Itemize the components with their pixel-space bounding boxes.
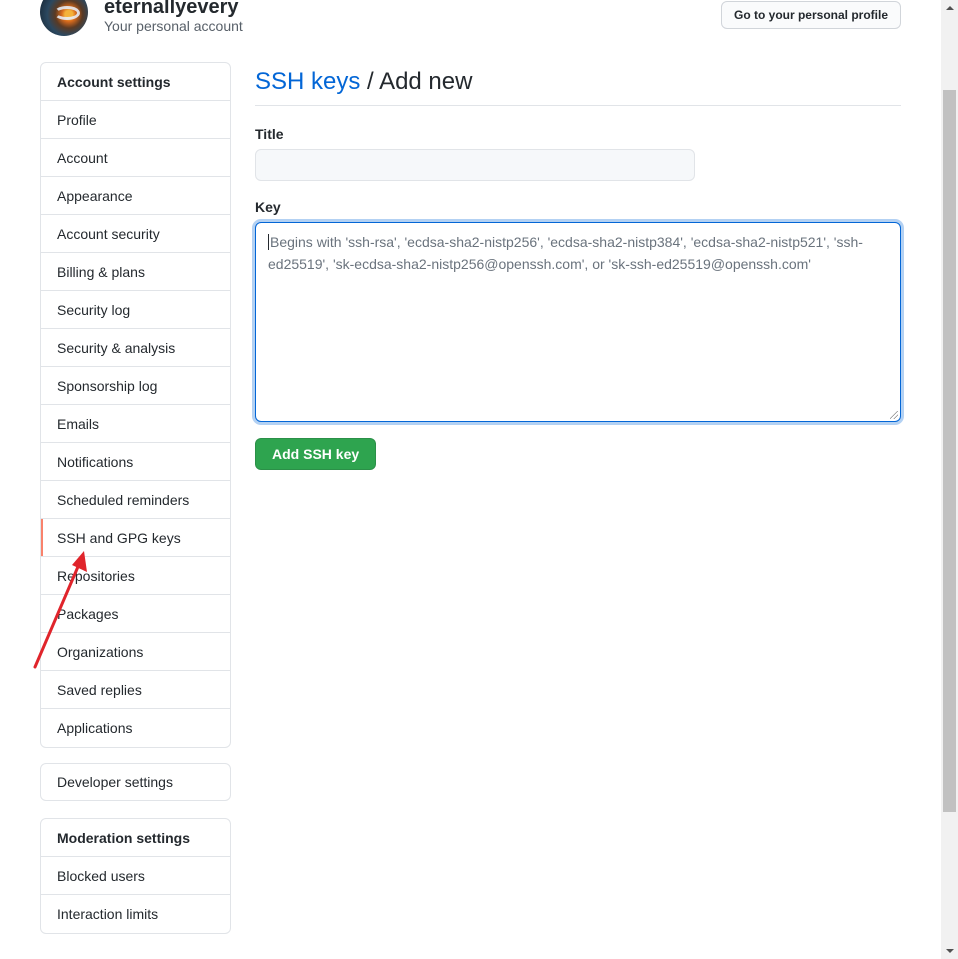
sidebar-item-notifications[interactable]: Notifications: [41, 443, 230, 481]
avatar[interactable]: [40, 0, 88, 36]
breadcrumb-separator: /: [360, 68, 380, 95]
sidebar-item-security-and-analysis[interactable]: Security & analysis: [41, 329, 230, 367]
sidebar-item-security-log[interactable]: Security log: [41, 291, 230, 329]
sidebar-item-appearance[interactable]: Appearance: [41, 177, 230, 215]
developer-settings-menu: Developer settings: [40, 763, 231, 801]
sidebar-item-repositories[interactable]: Repositories: [41, 557, 230, 595]
moderation-settings-menu: Moderation settings Blocked users Interac…: [40, 818, 231, 934]
page-title-text: Add new: [379, 68, 473, 95]
menu-heading-moderation-settings: Moderation settings: [41, 819, 230, 857]
key-textarea[interactable]: Begins with 'ssh-rsa', 'ecdsa-sha2-nistp…: [255, 222, 901, 422]
main-content: SSH keys / Add new Title Key Begins with…: [255, 62, 901, 470]
sidebar-item-developer-settings[interactable]: Developer settings: [41, 764, 230, 800]
sidebar-item-account-security[interactable]: Account security: [41, 215, 230, 253]
scroll-thumb[interactable]: [943, 90, 956, 812]
sidebar-item-billing-and-plans[interactable]: Billing & plans: [41, 253, 230, 291]
breadcrumb-ssh-keys-link[interactable]: SSH keys: [255, 68, 360, 95]
sidebar-item-account[interactable]: Account: [41, 139, 230, 177]
sidebar-item-emails[interactable]: Emails: [41, 405, 230, 443]
page-title: SSH keys / Add new: [255, 62, 901, 106]
account-type: Your personal account: [104, 18, 243, 34]
go-to-profile-button[interactable]: Go to your personal profile: [720, 1, 901, 29]
sidebar-item-profile[interactable]: Profile: [41, 101, 230, 139]
sidebar-item-blocked-users[interactable]: Blocked users: [41, 857, 230, 895]
add-ssh-key-button[interactable]: Add SSH key: [255, 438, 377, 470]
scroll-down-arrow-icon[interactable]: [941, 942, 958, 959]
scroll-up-arrow-icon[interactable]: [941, 0, 958, 17]
sidebar-item-sponsorship-log[interactable]: Sponsorship log: [41, 367, 230, 405]
key-label: Key: [255, 199, 281, 215]
resize-grip-icon[interactable]: [890, 411, 898, 419]
sidebar-item-scheduled-reminders[interactable]: Scheduled reminders: [41, 481, 230, 519]
menu-heading-account-settings: Account settings: [41, 63, 230, 101]
sidebar-item-saved-replies[interactable]: Saved replies: [41, 671, 230, 709]
account-settings-menu: Account settings Profile Account Appearanc…: [40, 62, 231, 748]
sidebar-item-ssh-and-gpg-keys[interactable]: SSH and GPG keys: [41, 519, 230, 557]
sidebar-item-applications[interactable]: Applications: [41, 709, 230, 747]
title-input[interactable]: [255, 149, 695, 181]
key-placeholder: Begins with 'ssh-rsa', 'ecdsa-sha2-nistp…: [268, 234, 863, 272]
vertical-scrollbar[interactable]: [941, 0, 958, 959]
sidebar-item-interaction-limits[interactable]: Interaction limits: [41, 895, 230, 933]
sidebar-item-packages[interactable]: Packages: [41, 595, 230, 633]
account-header: eternallyevery Your personal account Go …: [40, 0, 901, 38]
title-label: Title: [255, 126, 284, 142]
account-username: eternallyevery: [104, 0, 239, 18]
text-caret: [268, 234, 269, 250]
sidebar-item-organizations[interactable]: Organizations: [41, 633, 230, 671]
